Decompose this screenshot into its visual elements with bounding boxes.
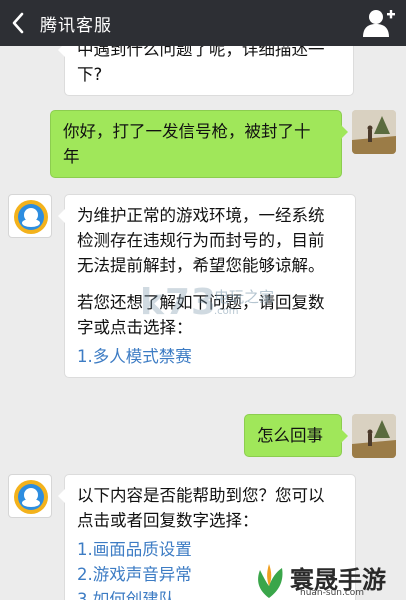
message-line: 若您还想了解如下问题，请回复数 <box>77 293 325 312</box>
message-line: 怎么回事 <box>257 426 323 445</box>
bot-message: 中遇到什么问题了呢，详细描述一 下? <box>58 46 354 96</box>
message-line: 无法提前解封，希望您能够谅解。 <box>77 256 325 275</box>
bot-avatar[interactable] <box>8 194 52 238</box>
user-avatar-photo <box>352 414 396 458</box>
user-avatar[interactable] <box>352 110 396 154</box>
option-link[interactable]: 1.多人模式禁赛 <box>77 344 343 369</box>
user-message: 你好，打了一发信号枪，被封了十 年 <box>50 110 348 178</box>
message-line: 下? <box>77 65 103 84</box>
chevron-left-icon <box>12 12 24 34</box>
bot-message: 以下内容是否能帮助到您？您可以 点击或者回复数字选择： 1.画面品质设置 2.游… <box>58 474 356 600</box>
bot-avatar[interactable] <box>8 474 52 518</box>
message-line: 中遇到什么问题了呢，详细描述一 <box>77 46 325 59</box>
option-link[interactable]: 1.画面品质设置 <box>77 537 343 562</box>
chat-area[interactable]: 中遇到什么问题了呢，详细描述一 下? 你好，打了一发信号枪，被封了十 年 为维护… <box>0 46 406 600</box>
page-title: 腾讯客服 <box>40 15 112 36</box>
option-link[interactable]: 2.游戏声音异常 <box>77 562 343 587</box>
user-avatar-photo <box>352 110 396 154</box>
message-line: 字或点击选择： <box>77 318 193 337</box>
add-user-button[interactable] <box>362 8 396 38</box>
message-line: 检测存在违规行为而封号的，目前 <box>77 231 325 250</box>
back-button[interactable] <box>0 0 36 46</box>
add-user-icon <box>363 10 395 37</box>
user-message: 怎么回事 <box>244 414 348 457</box>
bot-message: 为维护正常的游戏环境，一经系统 检测存在违规行为而封号的，目前 无法提前解封，希… <box>58 194 356 378</box>
title-bar: 腾讯客服 <box>0 0 406 46</box>
message-line: 为维护正常的游戏环境，一经系统 <box>77 206 325 225</box>
tencent-penguin-icon <box>14 480 48 514</box>
message-line: 年 <box>63 147 80 166</box>
user-avatar[interactable] <box>352 414 396 458</box>
message-line: 点击或者回复数字选择： <box>77 511 259 530</box>
tencent-penguin-icon <box>14 200 48 234</box>
message-line: 以下内容是否能帮助到您？您可以 <box>77 486 325 505</box>
message-line: 你好，打了一发信号枪，被封了十 <box>63 122 311 141</box>
option-link[interactable]: 3.如何创建队 <box>77 587 343 600</box>
